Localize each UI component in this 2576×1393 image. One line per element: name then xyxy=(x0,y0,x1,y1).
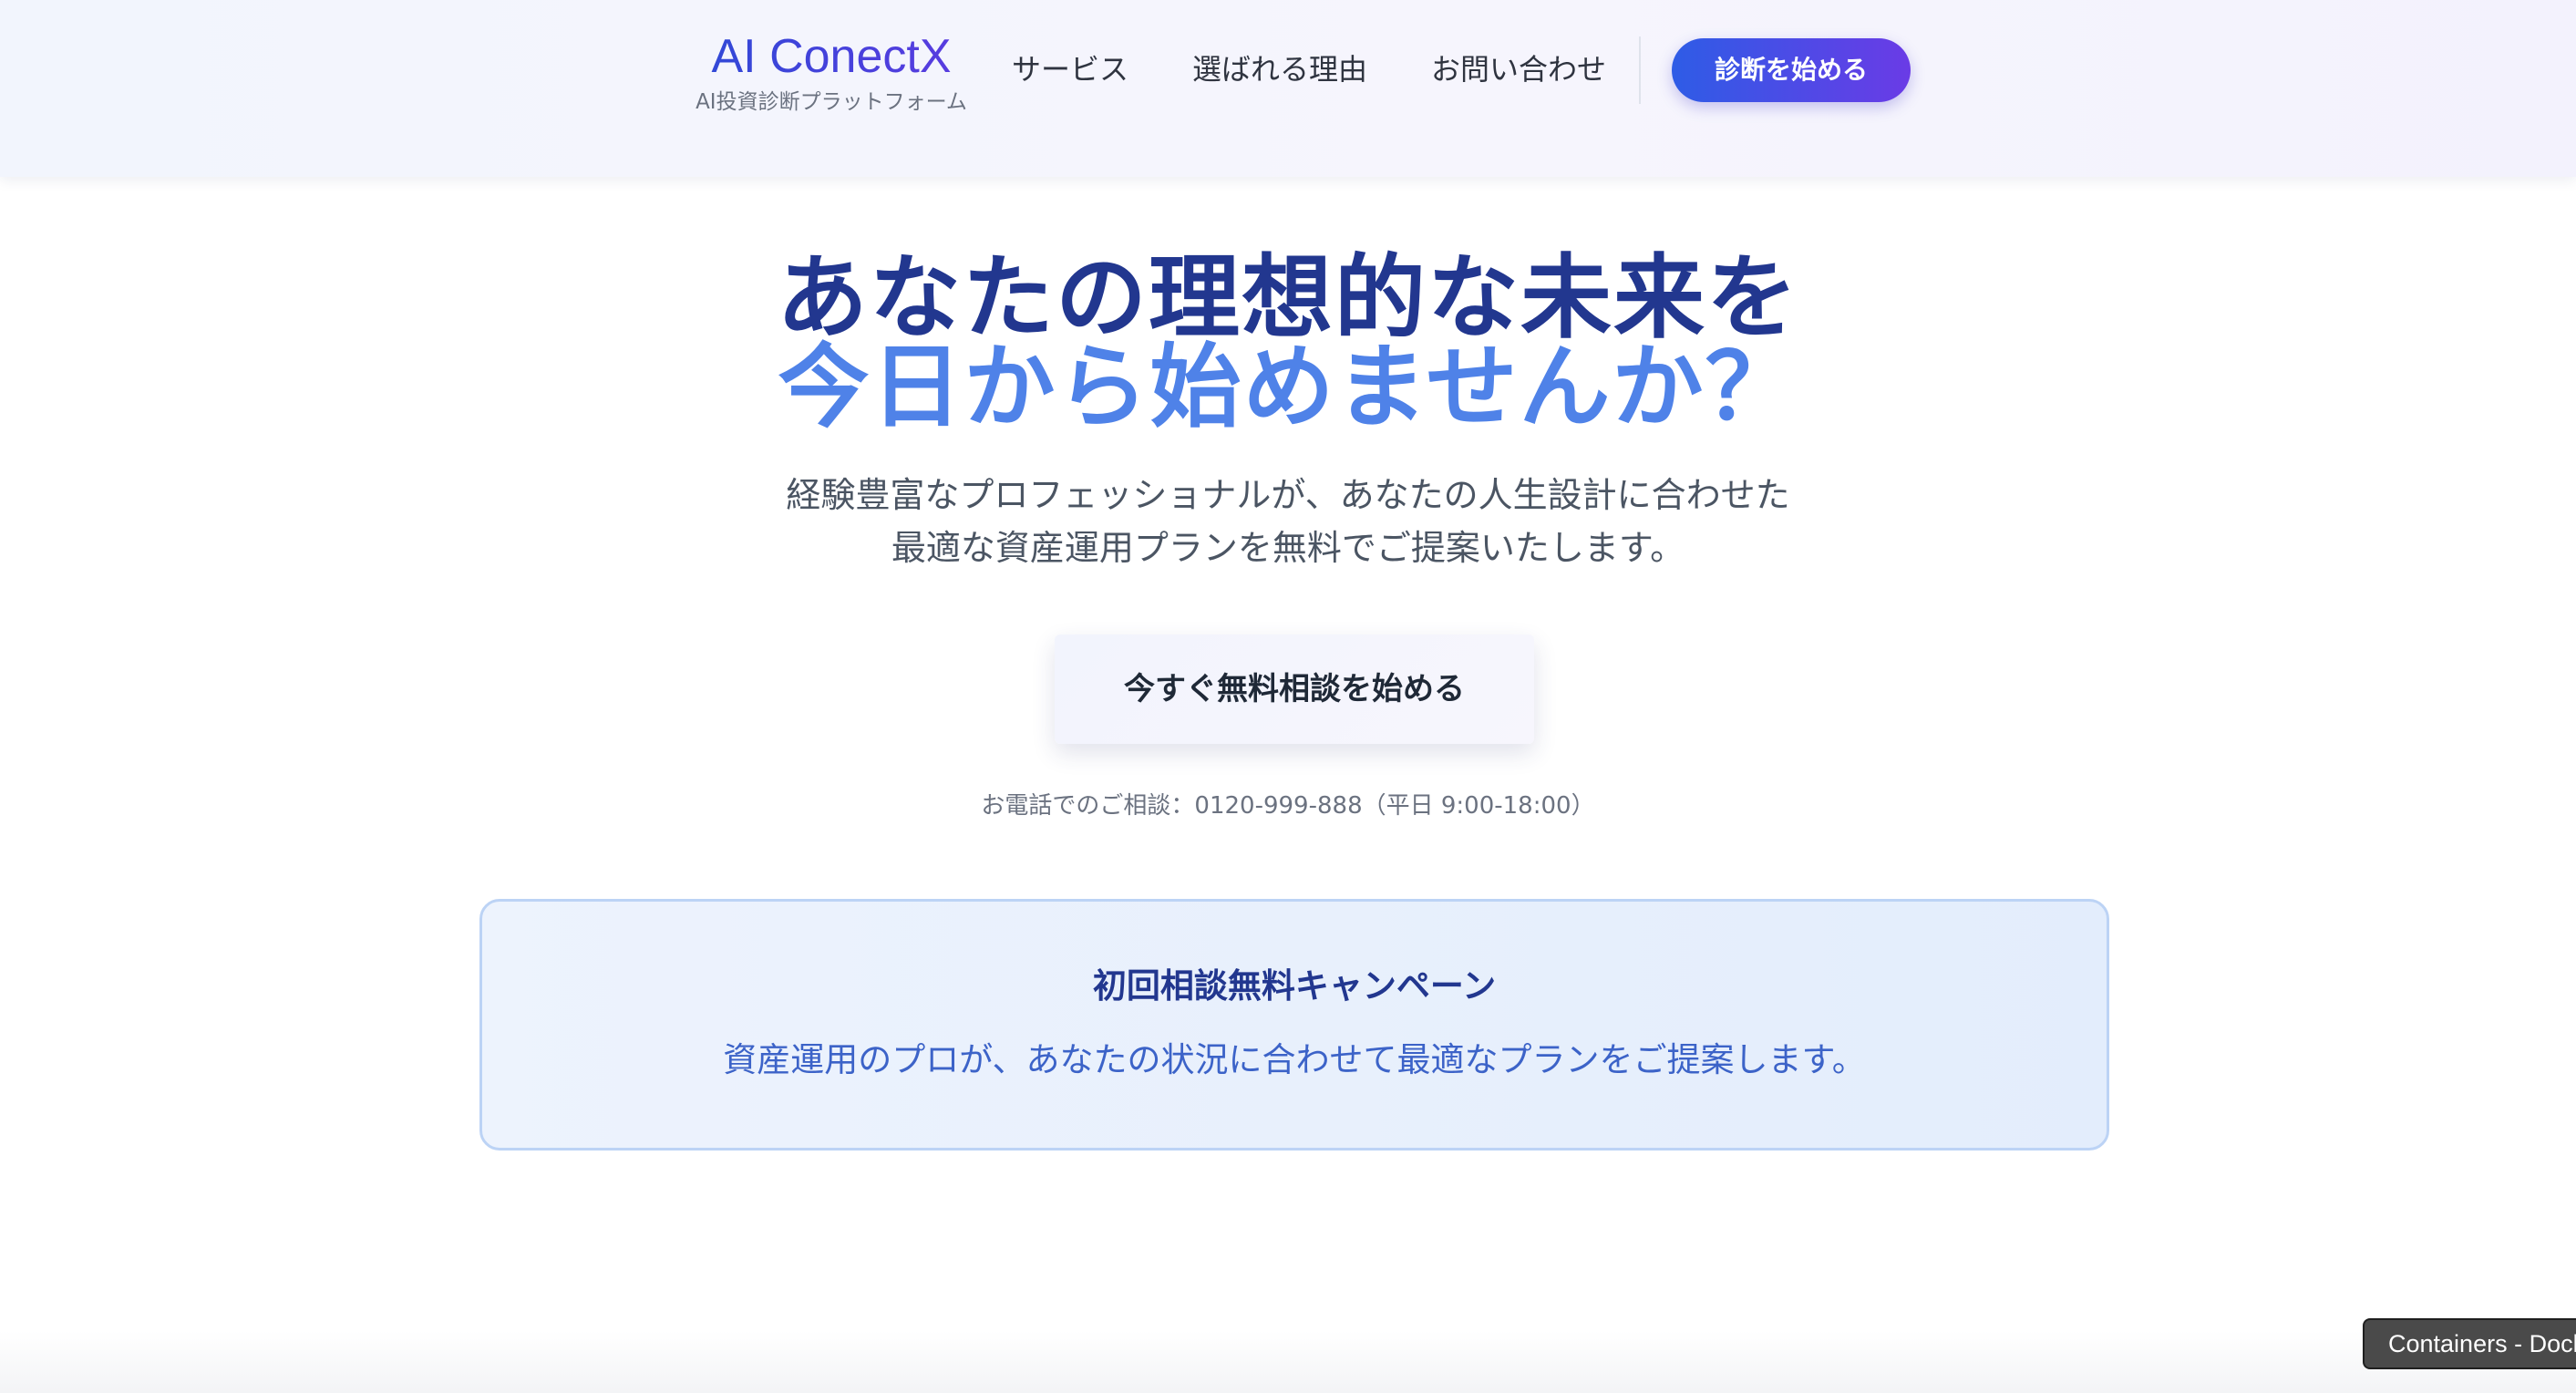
hero-headline-line2: 今日から始めませんか？ xyxy=(778,334,1798,440)
bottom-shadow xyxy=(0,1331,2576,1393)
site-header: AI ConectX AI投資診断プラットフォーム サービス 選ばれる理由 お問… xyxy=(0,0,2576,177)
nav-link-reason[interactable]: 選ばれる理由 xyxy=(1192,46,1367,93)
logo-title[interactable]: AI ConectX xyxy=(693,27,970,86)
hero-description: 経験豊富なプロフェッショナルが、あなたの人生設計に合わせた 最適な資産運用プラン… xyxy=(0,469,2576,574)
start-diagnosis-button[interactable]: 診断を始める xyxy=(1672,38,1911,102)
hero-description-line2: 最適な資産運用プランを無料でご提案いたします。 xyxy=(891,528,1685,568)
logo[interactable]: AI ConectX AI投資診断プラットフォーム xyxy=(693,27,970,117)
phone-consultation-note: お電話でのご相談：0120-999-888（平日 9:00-18:00） xyxy=(981,792,1595,820)
campaign-box: 初回相談無料キャンペーン 資産運用のプロが、あなたの状況に合わせて最適なプランを… xyxy=(479,899,2109,1151)
campaign-text: 資産運用のプロが、あなたの状況に合わせて最適なプランをご提案します。 xyxy=(723,1040,1866,1079)
nav-divider xyxy=(1639,36,1641,104)
logo-subtitle: AI投資診断プラットフォーム xyxy=(696,90,967,114)
campaign-title: 初回相談無料キャンペーン xyxy=(1092,966,1497,1006)
free-consultation-button[interactable]: 今すぐ無料相談を始める xyxy=(1055,635,1534,744)
nav-link-service[interactable]: サービス xyxy=(1012,46,1128,93)
nav-link-contact[interactable]: お問い合わせ xyxy=(1431,46,1606,93)
hero-description-line1: 経験豊富なプロフェッショナルが、あなたの人生設計に合わせた xyxy=(786,475,1790,515)
window-tooltip: Containers - Docker xyxy=(2363,1318,2576,1369)
